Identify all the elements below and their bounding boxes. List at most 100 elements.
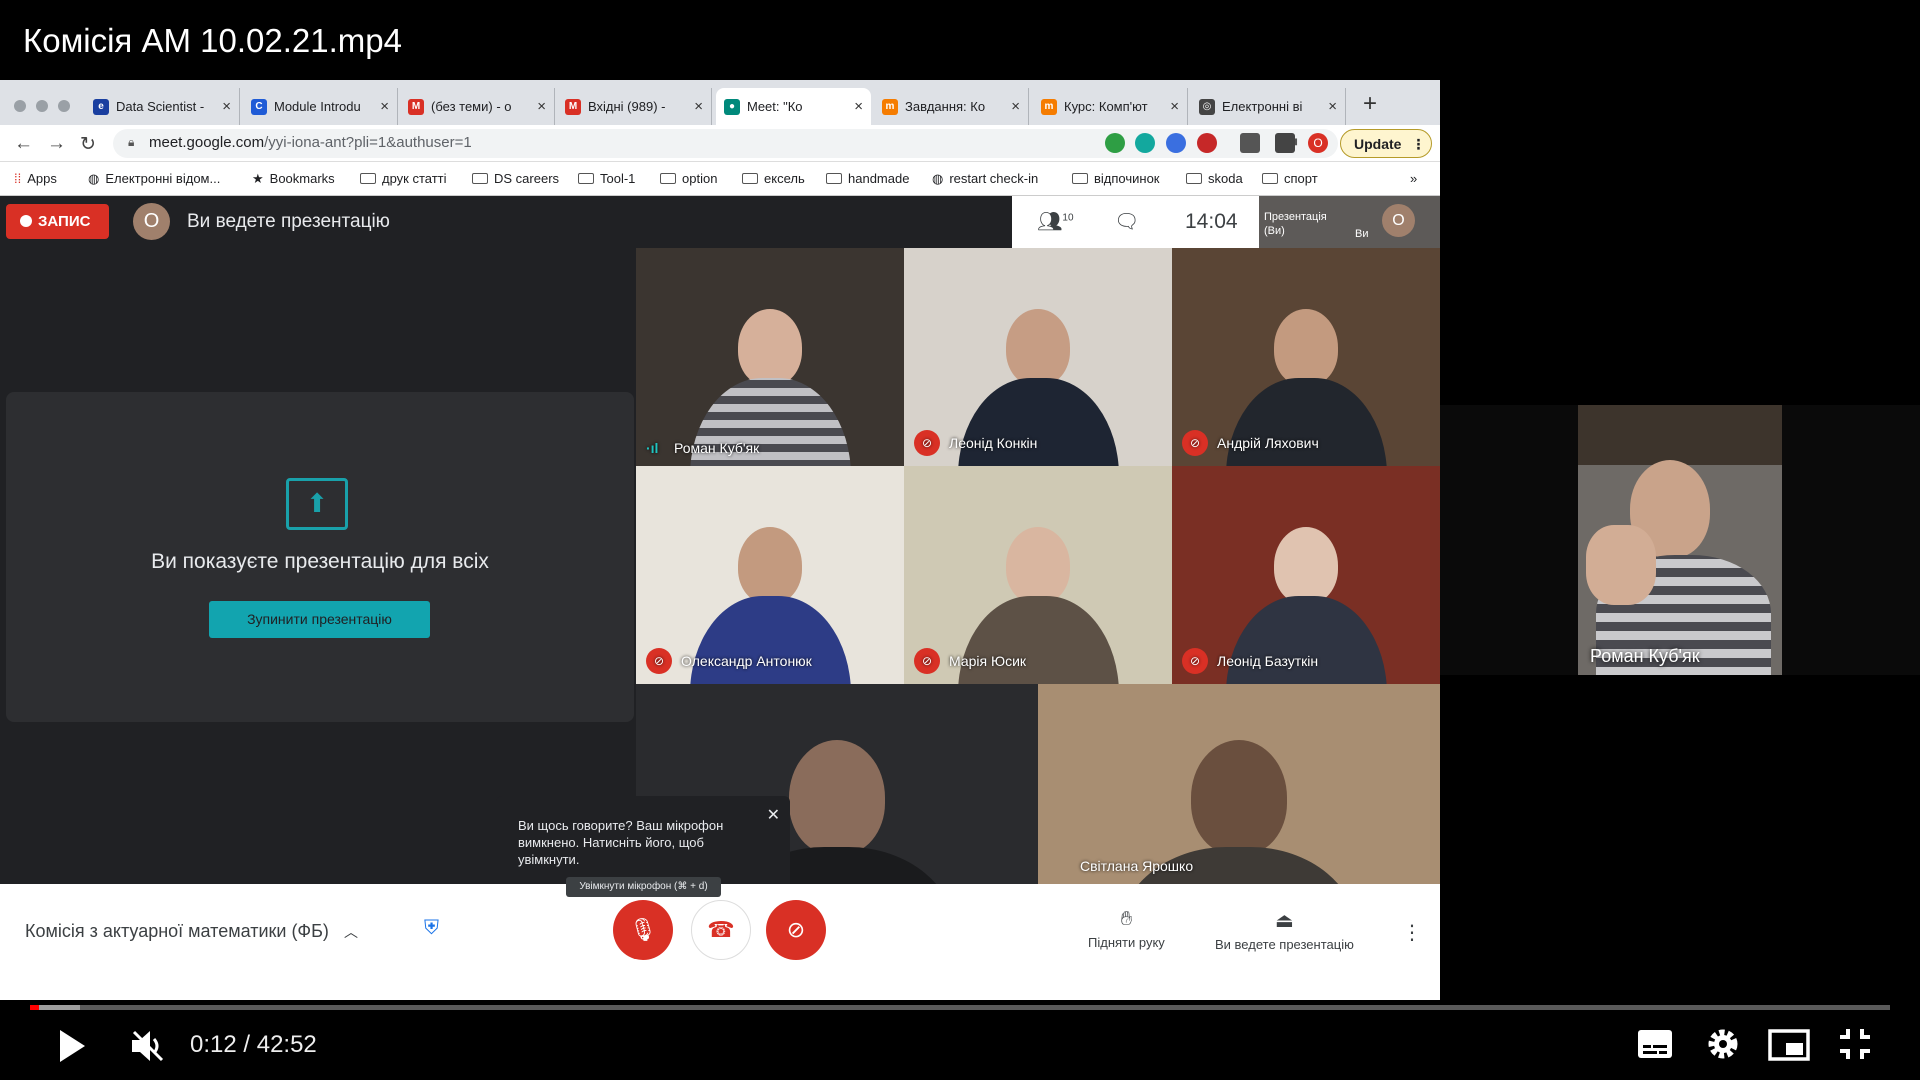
browser-tab[interactable]: ◎ Електронні ві × bbox=[1191, 88, 1346, 125]
participant-tile[interactable]: ⊘ Леонід Базуткін bbox=[1172, 466, 1440, 684]
bookmarks-more[interactable]: » bbox=[1410, 171, 1417, 186]
folder-icon bbox=[1262, 173, 1278, 184]
close-tab-icon[interactable]: × bbox=[380, 98, 389, 115]
participant-tile[interactable]: ⊘ Марія Юсик bbox=[904, 466, 1172, 684]
participant-name: ⊘ Леонід Базуткін bbox=[1182, 648, 1318, 674]
folder-icon bbox=[472, 173, 488, 184]
folder-icon bbox=[660, 173, 676, 184]
puzzle-icon[interactable] bbox=[1275, 133, 1295, 153]
close-icon[interactable]: ✕ bbox=[767, 806, 780, 827]
mic-muted-icon: ⊘ bbox=[646, 648, 672, 674]
globe-icon: ◍ bbox=[932, 171, 944, 186]
participant-tile[interactable]: Світлана Ярошко bbox=[1038, 684, 1440, 884]
bookmark-item[interactable]: ексель bbox=[742, 171, 805, 186]
profile-avatar[interactable]: О bbox=[1308, 133, 1328, 153]
hang-up-button[interactable]: ☎︎ bbox=[691, 900, 751, 960]
close-tab-icon[interactable]: × bbox=[537, 98, 546, 115]
mic-off-button[interactable]: 🎙︎ bbox=[613, 900, 673, 960]
browser-tab[interactable]: ● Meet: "Ко × bbox=[716, 88, 871, 125]
participant-tile[interactable]: ⊘ Андрій Ляхович bbox=[1172, 248, 1440, 466]
close-tab-icon[interactable]: × bbox=[694, 98, 703, 115]
forward-icon[interactable]: → bbox=[47, 133, 66, 155]
participant-name: ⊘ Марія Юсик bbox=[914, 648, 1026, 674]
extension-icon[interactable] bbox=[1197, 133, 1217, 153]
bookmark-item[interactable]: ◍ restart check-in bbox=[932, 171, 1038, 187]
participant-tile[interactable]: ⊘ Олександр Антонюк bbox=[636, 466, 904, 684]
bookmark-item[interactable]: option bbox=[660, 171, 717, 186]
bookmark-item[interactable]: ★ Bookmarks bbox=[252, 171, 335, 187]
stop-presentation-button[interactable]: Зупинити презентацію bbox=[209, 601, 430, 638]
browser-tab[interactable]: M (без теми) - o × bbox=[400, 88, 555, 125]
extension-icon[interactable] bbox=[1105, 133, 1125, 153]
new-tab-button[interactable]: + bbox=[1363, 90, 1377, 118]
browser-tab[interactable]: M Вхідні (989) - × bbox=[557, 88, 712, 125]
progress-bar[interactable] bbox=[30, 1005, 1890, 1010]
tab-label: Meet: "Ко bbox=[747, 99, 803, 114]
participant-tile[interactable]: ⊘ Леонід Конкін bbox=[904, 248, 1172, 466]
participants-icon[interactable]: 👥︎10 bbox=[1037, 209, 1074, 234]
bookmark-item[interactable]: Tool-1 bbox=[578, 171, 635, 186]
hand-icon: ✋︎ bbox=[1120, 908, 1133, 930]
extension-icon[interactable] bbox=[1135, 133, 1155, 153]
self-avatar: О bbox=[1382, 204, 1415, 237]
self-preview[interactable]: Презентація (Ви) Ви О bbox=[1259, 196, 1440, 248]
bookmark-item[interactable]: ◍ Електронні відом... bbox=[88, 171, 220, 187]
close-tab-icon[interactable]: × bbox=[1011, 98, 1020, 115]
bookmark-item[interactable]: друк статті bbox=[360, 171, 447, 186]
chat-icon[interactable]: 🗨︎ bbox=[1114, 209, 1139, 234]
miniplayer-button[interactable] bbox=[1768, 1029, 1810, 1066]
tab-label: Module Introdu bbox=[274, 99, 361, 114]
browser-tab[interactable]: m Завдання: Ко × bbox=[874, 88, 1029, 125]
browser-tab[interactable]: e Data Scientist - × bbox=[85, 88, 240, 125]
played-bar bbox=[30, 1005, 39, 1010]
present-now-button[interactable]: ⏏︎ Ви ведете презентацію bbox=[1215, 908, 1354, 952]
browser-tab[interactable]: m Курс: Комп'ют × bbox=[1033, 88, 1188, 125]
close-tab-icon[interactable]: × bbox=[1170, 98, 1179, 115]
participant-tile[interactable]: ·ıl Роман Куб'як bbox=[636, 248, 904, 466]
update-button[interactable]: Update ⋮ bbox=[1340, 129, 1432, 158]
presentation-message: Ви показуєте презентацію для всіх bbox=[151, 550, 489, 573]
present-icon: ⏏︎ bbox=[1274, 910, 1294, 932]
volume-muted-icon bbox=[132, 1030, 164, 1062]
video-title: Комісія АМ 10.02.21.mp4 bbox=[23, 22, 402, 59]
browser-tab[interactable]: C Module Introdu × bbox=[243, 88, 398, 125]
meet-bottom-bar: Увімкнути мікрофон (⌘ + d) Комісія з акт… bbox=[0, 877, 1440, 1000]
bookmark-item[interactable]: відпочинок bbox=[1072, 171, 1160, 186]
shield-icon[interactable]: ⛨ bbox=[424, 917, 439, 940]
globe-icon: ◍ bbox=[88, 171, 100, 186]
reload-icon[interactable]: ↻ bbox=[80, 133, 96, 156]
close-tab-icon[interactable]: × bbox=[1328, 98, 1337, 115]
participant-name: Світлана Ярошко bbox=[1080, 858, 1194, 874]
mic-muted-icon: ⊘ bbox=[914, 648, 940, 674]
bookmark-item[interactable]: skoda bbox=[1186, 171, 1243, 186]
meeting-name[interactable]: Комісія з актуарної математики (ФБ) ︿ bbox=[25, 921, 358, 942]
video-frame[interactable]: e Data Scientist - × C Module Introdu × M (без … bbox=[0, 80, 1440, 1000]
camera-off-button[interactable]: ⊘ bbox=[766, 900, 826, 960]
tab-favicon-icon: m bbox=[882, 98, 898, 115]
top-controls: 👥︎10 🗨︎ 14:04 Презентація (Ви) Ви О bbox=[1012, 196, 1440, 248]
extension-icon[interactable] bbox=[1240, 133, 1260, 153]
url-host: meet.google.com bbox=[149, 134, 265, 151]
play-button[interactable] bbox=[57, 1028, 87, 1069]
subtitles-button[interactable] bbox=[1637, 1029, 1673, 1064]
more-options-icon[interactable]: ⋮ bbox=[1402, 920, 1422, 945]
settings-button[interactable] bbox=[1706, 1027, 1740, 1066]
bookmark-item[interactable]: ⁞⁞ Apps bbox=[14, 171, 57, 186]
phone-hangup-icon: ☎︎ bbox=[707, 917, 735, 942]
gear-icon bbox=[1708, 1029, 1738, 1059]
exit-fullscreen-icon bbox=[1840, 1029, 1870, 1059]
mute-button[interactable] bbox=[128, 1028, 168, 1069]
bookmark-item[interactable]: DS careers bbox=[472, 171, 559, 186]
tab-favicon-icon: e bbox=[93, 98, 109, 115]
miniplayer-icon bbox=[1768, 1029, 1810, 1061]
back-icon[interactable]: ← bbox=[14, 133, 33, 155]
bookmark-label: Електронні відом... bbox=[105, 171, 221, 186]
bookmark-item[interactable]: спорт bbox=[1262, 171, 1318, 186]
close-tab-icon[interactable]: × bbox=[222, 98, 231, 115]
window-controls[interactable] bbox=[14, 100, 70, 112]
bookmark-item[interactable]: handmade bbox=[826, 171, 909, 186]
raise-hand-button[interactable]: ✋︎ Підняти руку bbox=[1088, 908, 1165, 950]
extension-icon[interactable] bbox=[1166, 133, 1186, 153]
close-tab-icon[interactable]: × bbox=[854, 98, 863, 115]
exit-fullscreen-button[interactable] bbox=[1838, 1027, 1872, 1066]
